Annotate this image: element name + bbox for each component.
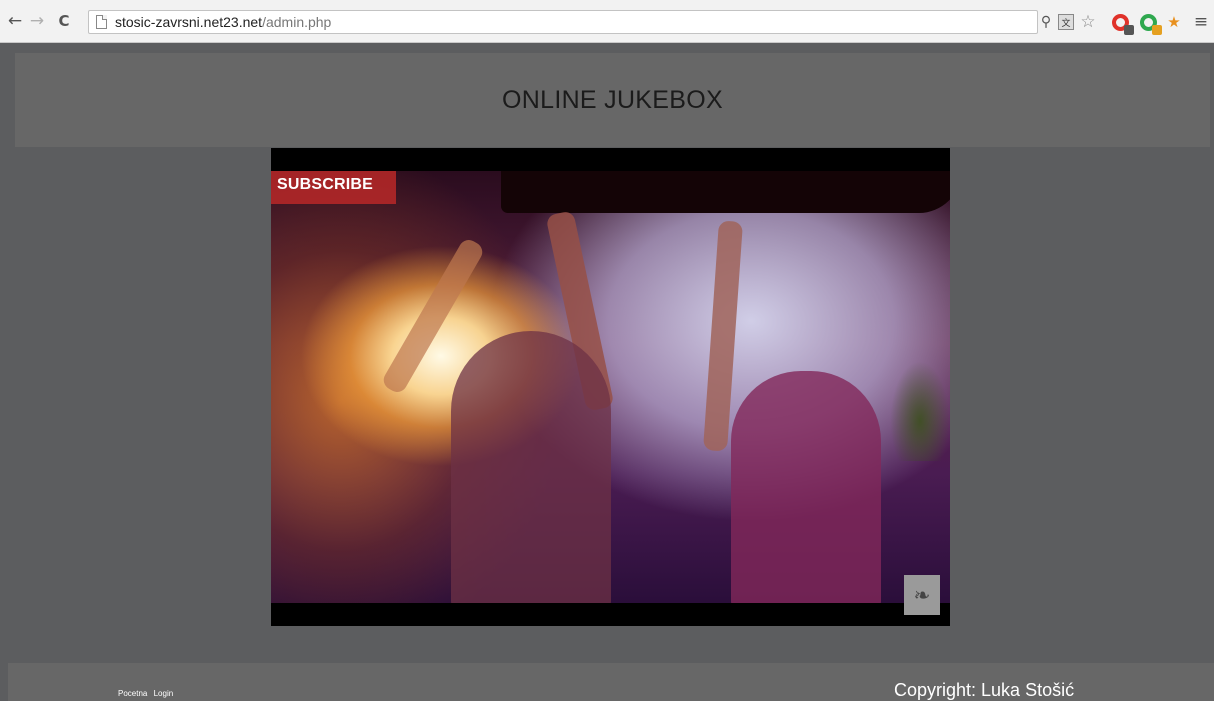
browser-menu-icon[interactable]: ≡	[1192, 12, 1210, 32]
extension-badge	[1151, 24, 1162, 35]
green-ring-extension-icon[interactable]	[1136, 12, 1162, 35]
url-path: /admin.php	[262, 14, 332, 30]
person-silhouette	[731, 371, 881, 603]
green-ring-shape	[1139, 13, 1162, 35]
channel-logo-icon[interactable]: ❧	[904, 575, 940, 615]
key-icon[interactable]: ⚲	[1040, 12, 1052, 32]
copyright-text: Copyright: Luka Stošić	[894, 680, 1075, 700]
subscribe-button[interactable]: SUBSCRIBE	[271, 171, 396, 204]
trees-shape	[890, 361, 950, 461]
footer-link-login[interactable]: Login	[154, 689, 174, 698]
footer-link-pocetna[interactable]: Pocetna	[118, 689, 147, 698]
footer-nav: Pocetna Login	[118, 689, 177, 698]
red-ring-extension-icon[interactable]	[1108, 12, 1134, 35]
page-icon	[96, 15, 107, 29]
car-roof-shape	[501, 171, 950, 213]
browser-toolbar: ← → C stosic-zavrsni.net23.net/admin.php…	[0, 0, 1214, 43]
bookmark-star-icon[interactable]: ☆	[1078, 12, 1098, 32]
forward-arrow-icon[interactable]: →	[26, 10, 48, 32]
url-host: stosic-zavrsni.net23.net	[115, 14, 263, 30]
back-arrow-icon[interactable]: ←	[4, 10, 26, 32]
person-silhouette	[451, 331, 611, 603]
red-ring-shape	[1111, 13, 1134, 35]
extension-badge	[1123, 24, 1134, 35]
site-footer: Pocetna Login Copyright: Luka Stošić	[8, 663, 1214, 701]
reload-icon[interactable]: C	[53, 10, 75, 32]
page-title: ONLINE JUKEBOX	[502, 86, 723, 114]
rocket-extension-icon[interactable]: ★	[1164, 12, 1184, 32]
site-header: ONLINE JUKEBOX	[15, 53, 1210, 147]
video-frame[interactable]	[271, 171, 950, 603]
address-bar[interactable]: stosic-zavrsni.net23.net/admin.php	[88, 10, 1038, 34]
translate-icon[interactable]: 文	[1058, 14, 1074, 30]
url-text[interactable]: stosic-zavrsni.net23.net/admin.php	[115, 14, 331, 30]
video-player[interactable]: SUBSCRIBE ❧	[271, 148, 950, 626]
